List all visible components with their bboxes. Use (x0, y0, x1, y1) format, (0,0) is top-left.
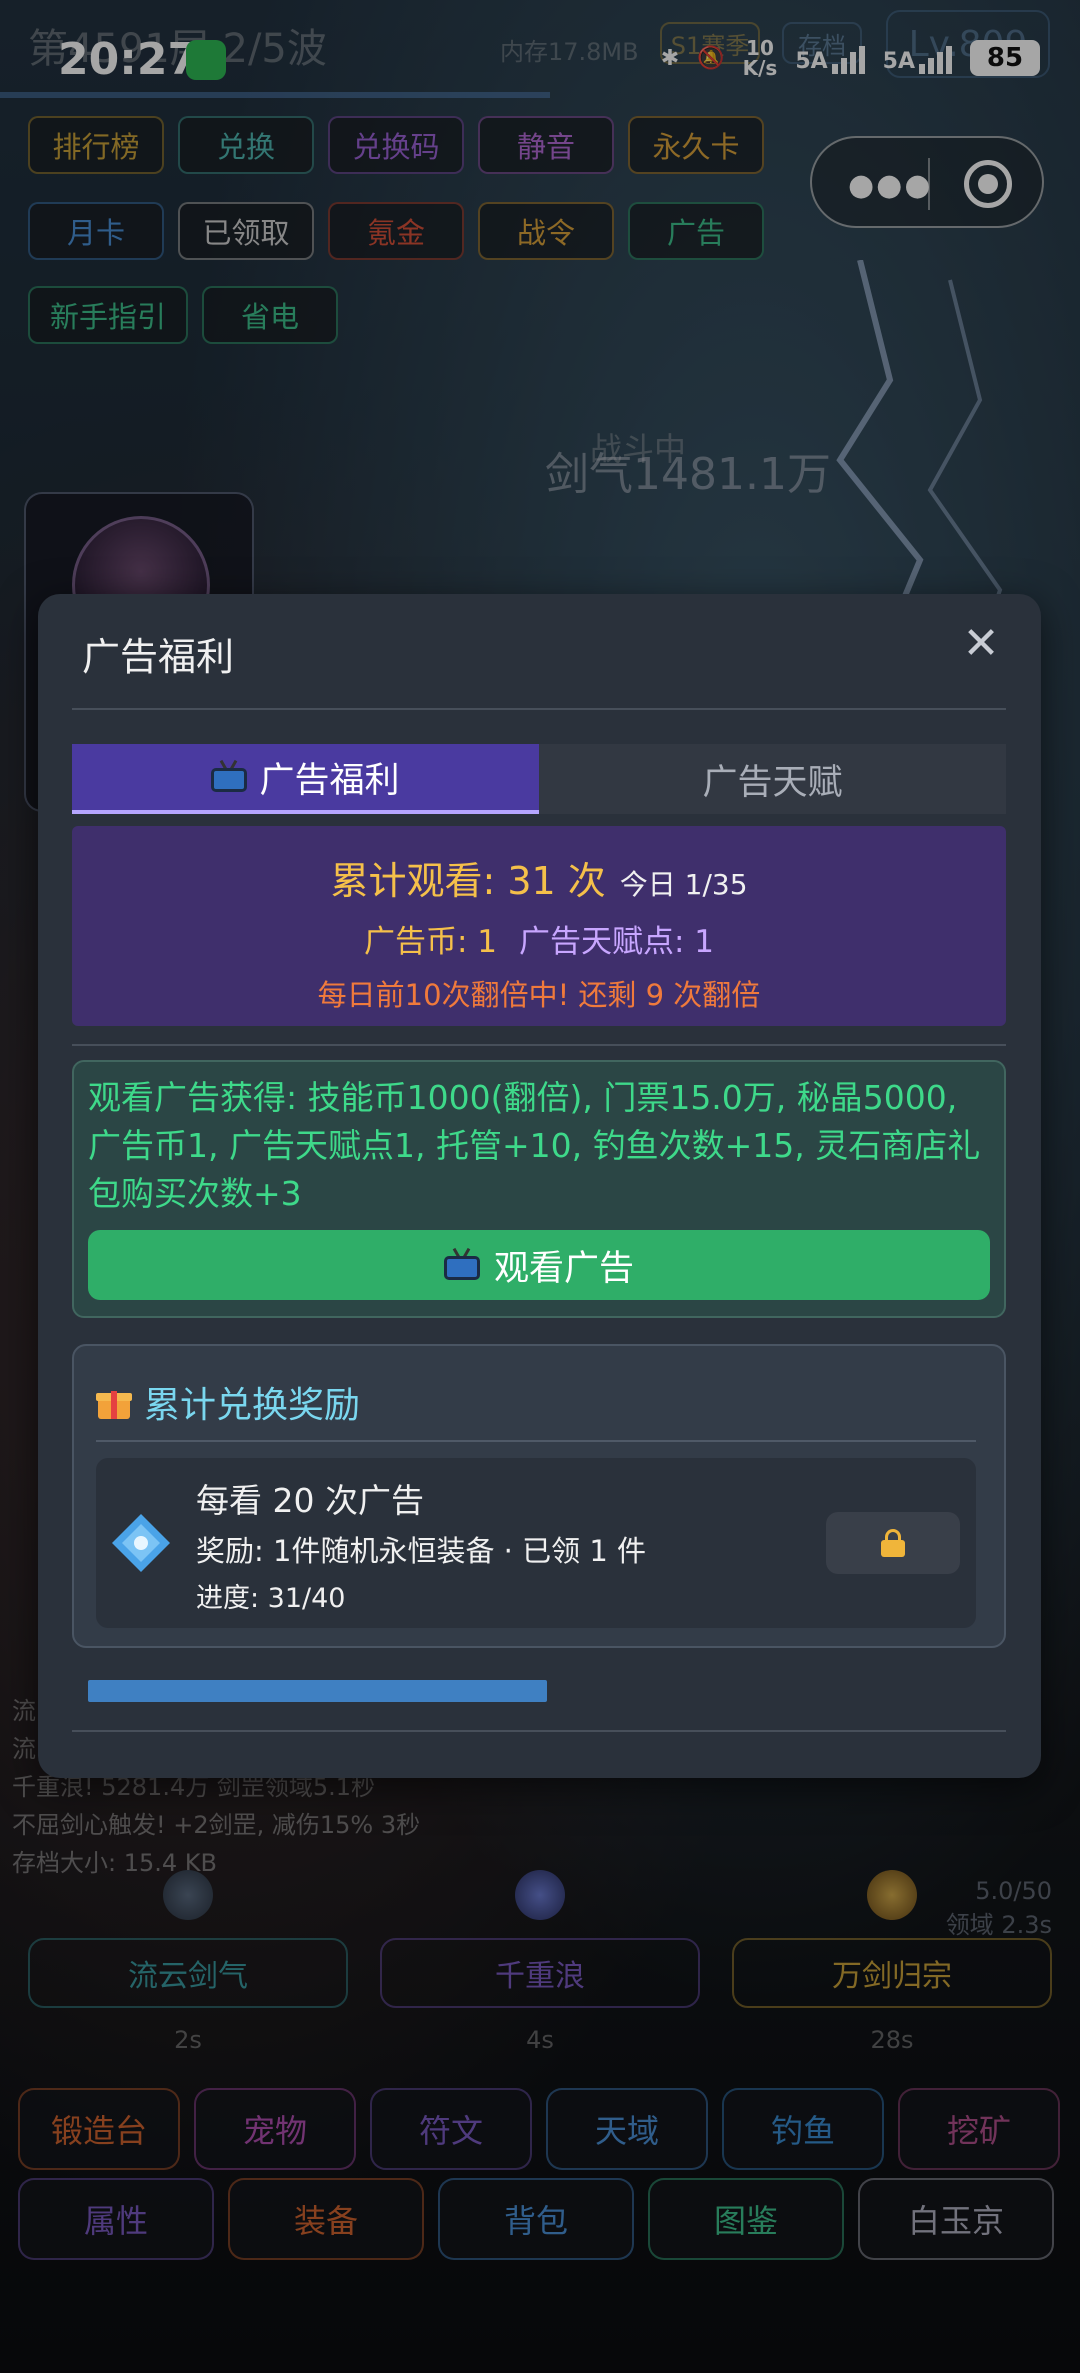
exchange-item-reward: 奖励: 1件随机永恒装备 · 已领 1 件 (196, 1534, 646, 1568)
modal-tabs: 广告福利 广告天赋 (72, 744, 1006, 814)
ad-coin-count: 广告币: 1 (363, 924, 497, 960)
reward-description: 观看广告获得: 技能币1000(翻倍), 门票15.0万, 秘晶5000, 广告… (88, 1078, 981, 1213)
cumulative-watch-count: 累计观看: 31 次 (330, 859, 606, 903)
watch-ad-label: 观看广告 (493, 1248, 634, 1289)
modal-divider (72, 708, 1006, 710)
watch-ad-button[interactable]: 观看广告 (88, 1230, 990, 1300)
tab-label: 广告天赋 (702, 762, 843, 803)
watch-reward-panel: 观看广告获得: 技能币1000(翻倍), 门票15.0万, 秘晶5000, 广告… (72, 1060, 1006, 1318)
section-divider (72, 1044, 1006, 1046)
exchange-item-progress: 进度: 31/40 (196, 1583, 346, 1614)
exchange-item-title: 每看 20 次广告 (196, 1481, 424, 1520)
diamond-gem-icon (112, 1514, 170, 1572)
close-icon[interactable]: ✕ (959, 622, 1003, 666)
exchange-progress-bar (88, 1680, 992, 1702)
cumulative-exchange-panel: 累计兑换奖励 每看 20 次广告 奖励: 1件随机永恒装备 · 已领 1 件 进… (72, 1344, 1006, 1648)
lock-icon (881, 1529, 905, 1557)
tv-icon (211, 759, 248, 792)
modal-title: 广告福利 (82, 635, 235, 679)
today-watch-count: 今日 1/35 (619, 868, 748, 901)
watch-stats-panel: 累计观看: 31 次 今日 1/35 广告币: 1 广告天赋点: 1 每日前10… (72, 826, 1006, 1026)
double-reward-notice: 每日前10次翻倍中! 还剩 9 次翻倍 (317, 978, 761, 1012)
tab-ad-talent[interactable]: 广告天赋 (539, 744, 1006, 814)
tab-ad-benefit[interactable]: 广告福利 (72, 744, 539, 814)
exchange-reward-item: 每看 20 次广告 奖励: 1件随机永恒装备 · 已领 1 件 进度: 31/4… (96, 1458, 976, 1628)
ad-benefit-modal: 广告福利 ✕ 广告福利 广告天赋 累计观看: 31 次 今日 1/35 广告币:… (38, 594, 1041, 1778)
exchange-title: 累计兑换奖励 (96, 1376, 360, 1428)
gift-icon (96, 1385, 132, 1419)
tab-label: 广告福利 (259, 760, 400, 801)
modal-bottom-divider (72, 1730, 1006, 1732)
tv-icon (443, 1247, 480, 1280)
exchange-title-label: 累计兑换奖励 (144, 1385, 361, 1426)
talent-point-count: 广告天赋点: 1 (519, 924, 715, 960)
claim-locked-button[interactable] (826, 1512, 960, 1574)
exchange-progress-fill (88, 1680, 547, 1702)
exchange-divider (96, 1440, 976, 1442)
